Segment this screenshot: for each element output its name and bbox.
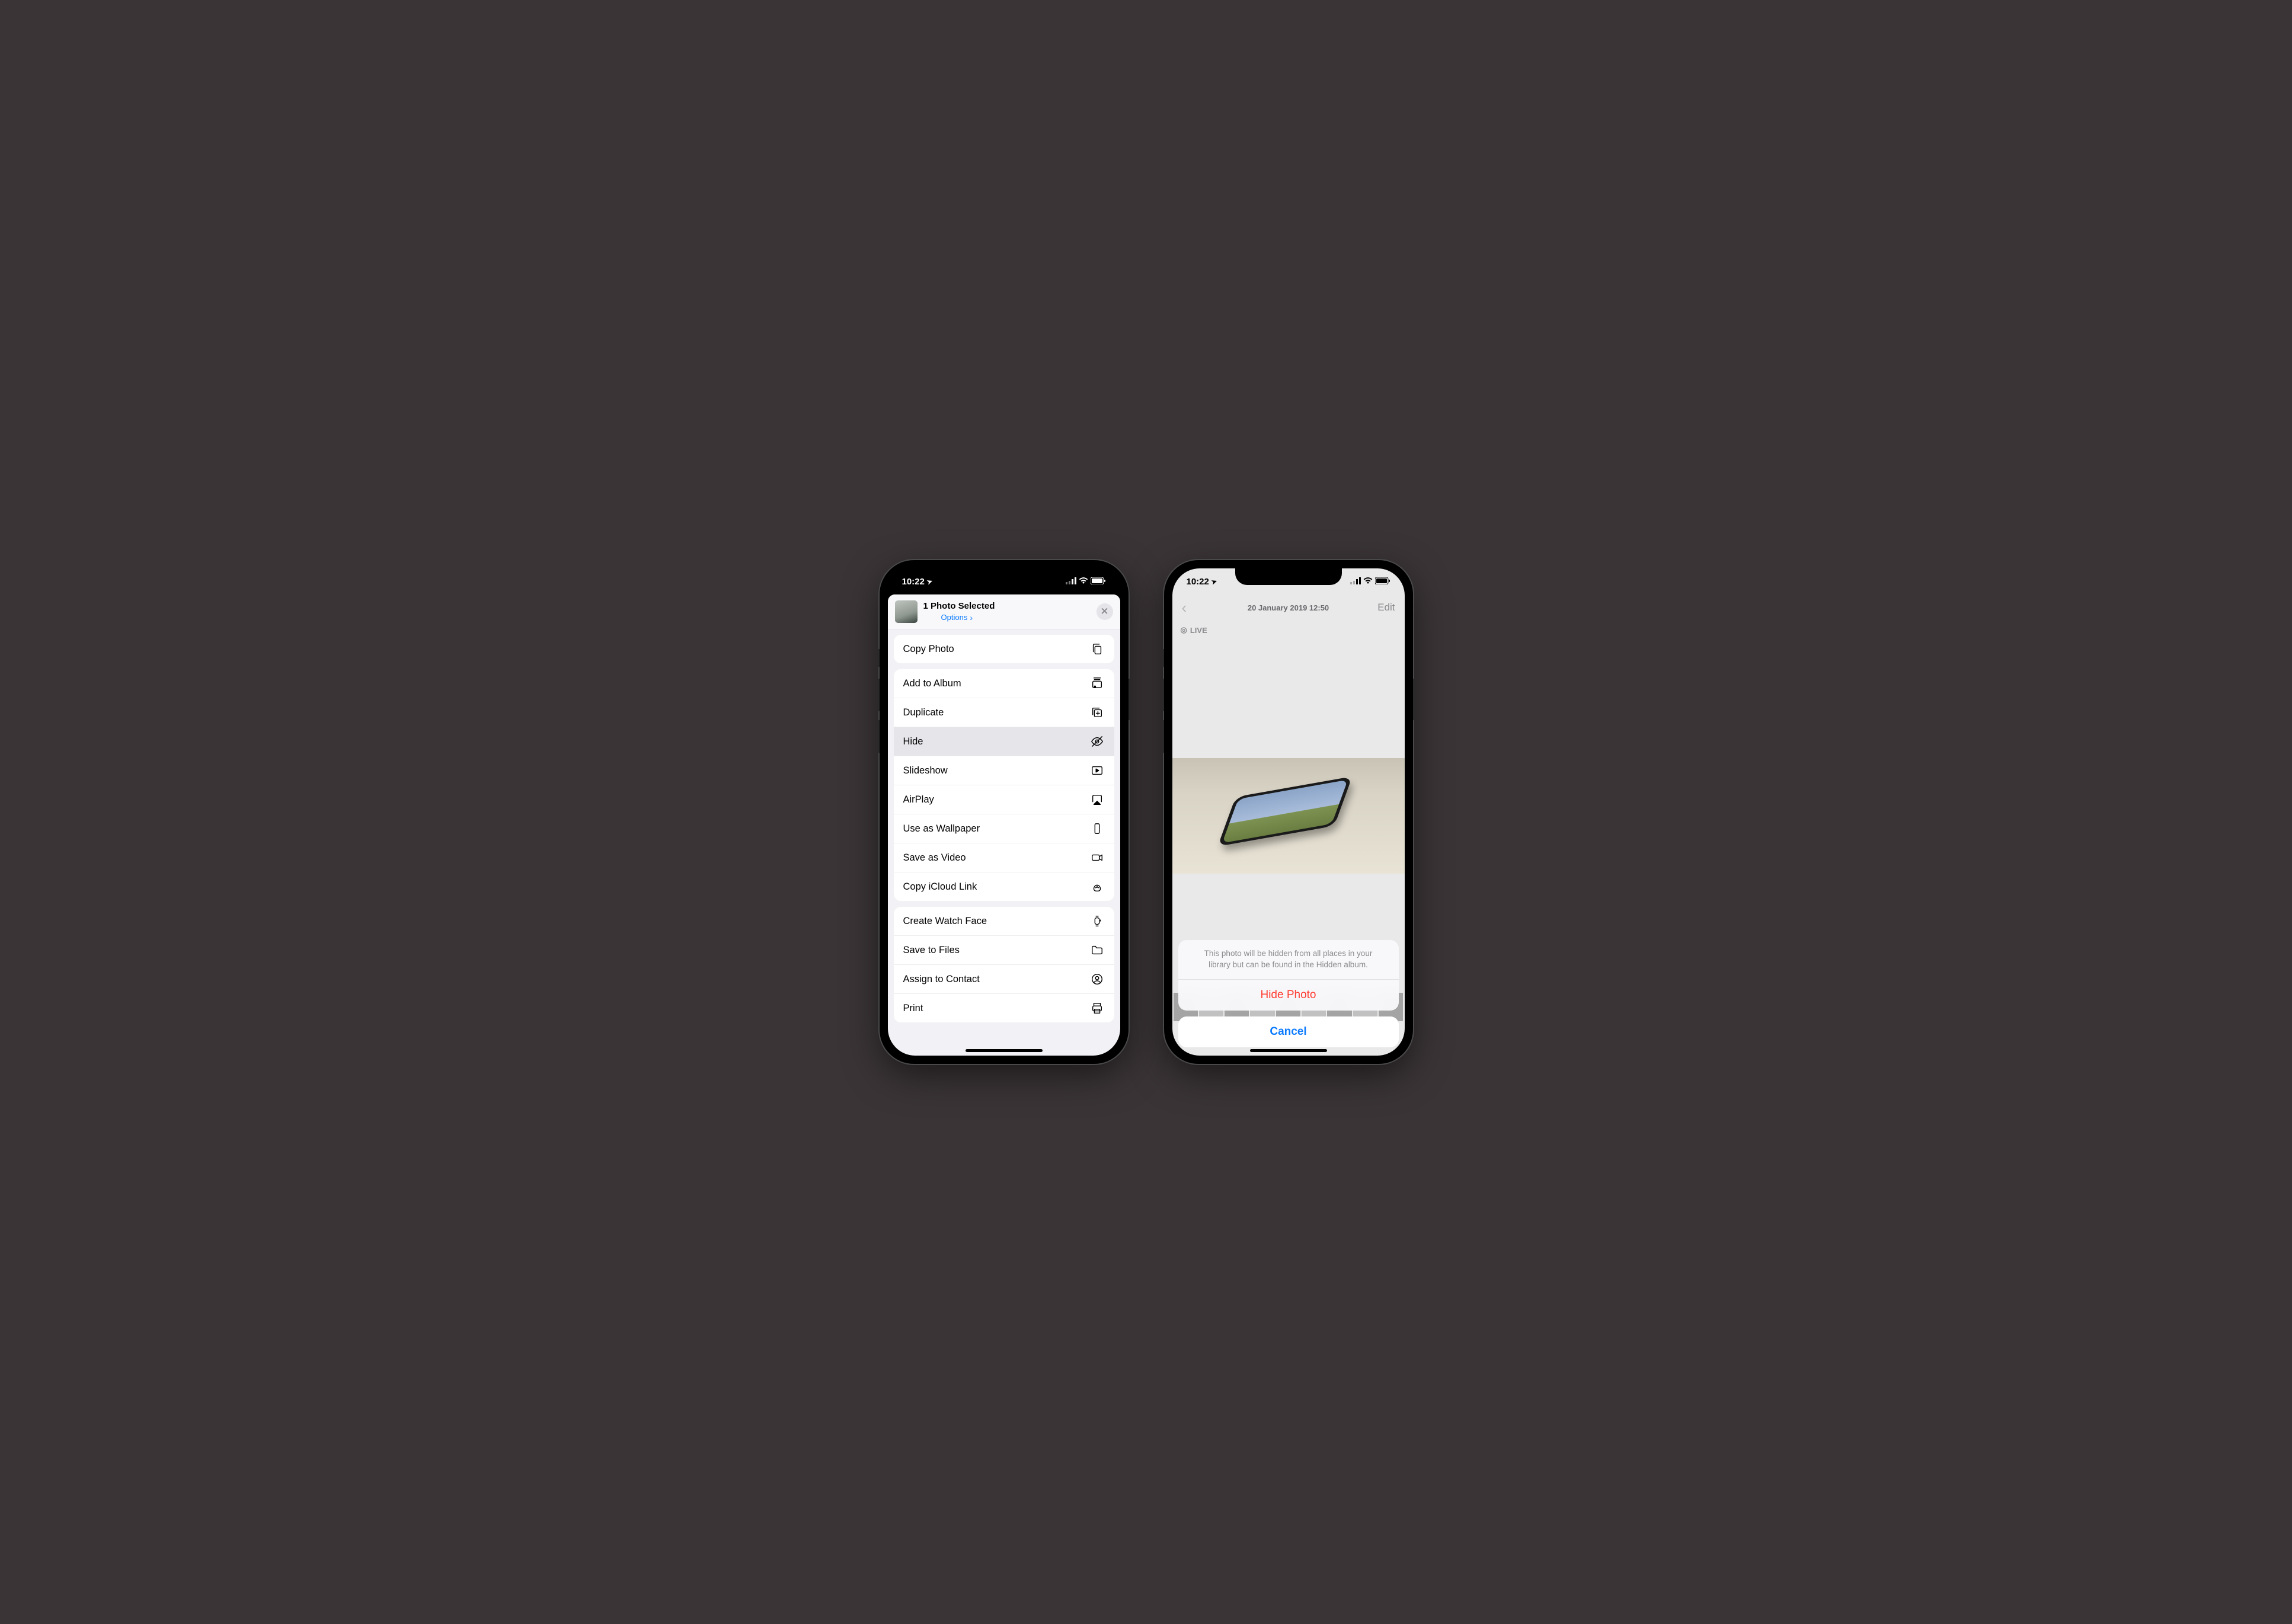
print-icon	[1089, 1002, 1105, 1015]
action-label: Use as Wallpaper	[903, 823, 980, 835]
action-label: Duplicate	[903, 707, 944, 718]
screen-photo-detail: 10:22 ➤ ‹ 20 January 2019 12:50 Edit	[1172, 568, 1405, 1056]
action-group: Copy Photo	[894, 635, 1114, 663]
airplay-icon	[1089, 793, 1105, 806]
signal-icon	[1066, 577, 1076, 587]
slideshow-icon	[1089, 764, 1105, 777]
action-label: Copy iCloud Link	[903, 881, 977, 893]
live-label: LIVE	[1190, 626, 1207, 635]
action-label: Create Watch Face	[903, 916, 987, 927]
phone-right: 10:22 ➤ ‹ 20 January 2019 12:50 Edit	[1164, 560, 1413, 1064]
cancel-button[interactable]: Cancel	[1178, 1016, 1399, 1047]
action-label: Copy Photo	[903, 644, 954, 655]
action-contact[interactable]: Assign to Contact	[894, 965, 1114, 994]
action-label: Slideshow	[903, 765, 948, 776]
photo-date: 20 January 2019 12:50	[1248, 603, 1329, 612]
action-label: Hide	[903, 736, 923, 747]
action-duplicate[interactable]: Duplicate	[894, 698, 1114, 727]
options-label: Options	[941, 613, 968, 622]
close-button[interactable]: ✕	[1097, 603, 1113, 620]
home-indicator[interactable]	[966, 1049, 1043, 1052]
link-icon	[1089, 880, 1105, 893]
action-sheet: This photo will be hidden from all place…	[1178, 940, 1399, 1047]
notch	[951, 568, 1057, 585]
screen-share-sheet: 10:22 ➤ 1 Photo Selected	[888, 568, 1120, 1056]
share-sheet: 1 Photo Selected Options › ✕ Copy Photo A…	[888, 594, 1120, 1056]
back-button[interactable]: ‹	[1182, 599, 1187, 617]
watch-icon	[1089, 915, 1105, 928]
folder-icon	[1089, 944, 1105, 957]
action-label: Save to Files	[903, 945, 960, 956]
hide-photo-button[interactable]: Hide Photo	[1178, 980, 1399, 1011]
location-icon: ➤	[1210, 577, 1218, 586]
home-indicator[interactable]	[1250, 1049, 1327, 1052]
wallpaper-icon	[1089, 822, 1105, 835]
notch	[1235, 568, 1342, 585]
action-print[interactable]: Print	[894, 994, 1114, 1022]
share-title: 1 Photo Selected	[923, 601, 1097, 612]
live-badge: ◎ LIVE	[1181, 625, 1207, 635]
action-label: Print	[903, 1003, 923, 1014]
action-group: Add to Album Duplicate Hide Slideshow AirPla…	[894, 669, 1114, 901]
chevron-right-icon: ›	[970, 613, 973, 623]
contact-icon	[1089, 973, 1105, 986]
phone-left: 10:22 ➤ 1 Photo Selected	[880, 560, 1129, 1064]
action-label: Assign to Contact	[903, 974, 980, 985]
options-button[interactable]: Options ›	[941, 613, 1097, 623]
action-copy[interactable]: Copy Photo	[894, 635, 1114, 663]
copy-icon	[1089, 642, 1105, 656]
action-folder[interactable]: Save to Files	[894, 936, 1114, 965]
share-header: 1 Photo Selected Options › ✕	[888, 594, 1120, 629]
battery-icon	[1091, 577, 1106, 587]
action-wallpaper[interactable]: Use as Wallpaper	[894, 814, 1114, 843]
action-airplay[interactable]: AirPlay	[894, 785, 1114, 814]
hide-icon	[1089, 735, 1105, 748]
video-icon	[1089, 851, 1105, 864]
duplicate-icon	[1089, 706, 1105, 719]
status-time: 10:22	[902, 577, 925, 587]
photo-viewer[interactable]	[1172, 758, 1405, 874]
album-icon	[1089, 677, 1105, 690]
action-label: Save as Video	[903, 852, 966, 864]
location-icon: ➤	[926, 577, 934, 586]
action-watch[interactable]: Create Watch Face	[894, 907, 1114, 936]
nav-bar: ‹ 20 January 2019 12:50 Edit	[1172, 594, 1405, 621]
action-link[interactable]: Copy iCloud Link	[894, 872, 1114, 901]
action-list[interactable]: Copy Photo Add to Album Duplicate Hide Slide…	[888, 630, 1120, 1056]
photo-thumbnail[interactable]	[895, 600, 918, 623]
action-slideshow[interactable]: Slideshow	[894, 756, 1114, 785]
action-hide[interactable]: Hide	[894, 727, 1114, 756]
status-time: 10:22	[1187, 577, 1209, 587]
action-sheet-message: This photo will be hidden from all place…	[1178, 940, 1399, 980]
wifi-icon	[1363, 577, 1373, 587]
close-icon: ✕	[1100, 606, 1108, 618]
action-video[interactable]: Save as Video	[894, 843, 1114, 872]
live-icon: ◎	[1181, 625, 1187, 635]
signal-icon	[1350, 577, 1361, 587]
action-group: Create Watch Face Save to Files Assign to …	[894, 907, 1114, 1022]
edit-button[interactable]: Edit	[1377, 602, 1395, 613]
action-label: AirPlay	[903, 794, 934, 805]
wifi-icon	[1079, 577, 1088, 587]
action-album[interactable]: Add to Album	[894, 669, 1114, 698]
battery-icon	[1375, 577, 1390, 587]
action-label: Add to Album	[903, 678, 961, 689]
